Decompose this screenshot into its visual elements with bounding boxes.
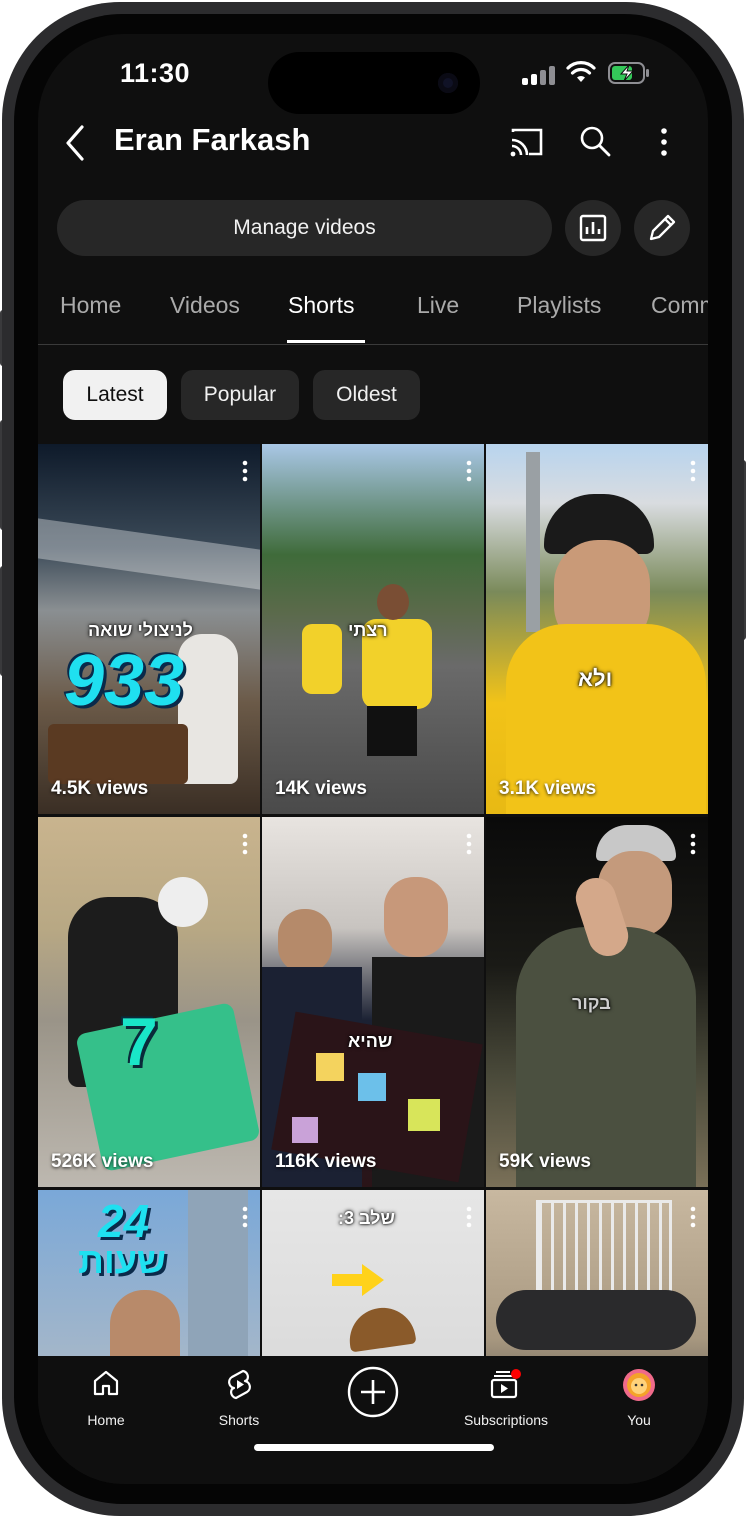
tab-community[interactable]: Comm <box>651 292 708 319</box>
short-caption: שעות <box>78 1240 166 1281</box>
channel-tabs: Home Videos Shorts Live Playlists Comm <box>38 284 708 345</box>
home-indicator[interactable] <box>254 1444 494 1451</box>
more-options-icon[interactable] <box>644 122 684 162</box>
shorts-icon <box>228 1369 251 1400</box>
nav-home[interactable]: Home <box>51 1356 161 1436</box>
active-tab-indicator <box>287 340 365 343</box>
short-number-overlay: 7 <box>120 1004 158 1080</box>
screen: 11:30 Eran Farkash Manage videos Home Vi… <box>38 34 708 1484</box>
status-time: 11:30 <box>120 58 191 88</box>
channel-title: Eran Farkash <box>114 122 311 157</box>
pencil-icon <box>649 214 676 241</box>
cellular-signal-icon <box>522 65 556 85</box>
bottom-navigation: Home Shorts Subscriptions You <box>38 1356 708 1484</box>
nav-subscriptions[interactable]: Subscriptions <box>451 1356 561 1436</box>
view-count: 59K views <box>499 1151 591 1172</box>
more-icon[interactable] <box>242 833 248 855</box>
filter-popular[interactable]: Popular <box>181 370 299 420</box>
nav-shorts[interactable]: Shorts <box>184 1356 294 1436</box>
short-number-overlay: 933 <box>64 641 185 721</box>
short-caption: בקור <box>572 993 611 1013</box>
nav-label: Shorts <box>218 1412 260 1428</box>
more-icon[interactable] <box>690 1206 696 1228</box>
more-icon[interactable] <box>466 833 472 855</box>
analytics-button[interactable] <box>565 200 621 256</box>
short-thumbnail[interactable]: 7 526K views <box>38 817 260 1187</box>
more-icon[interactable] <box>690 833 696 855</box>
tab-home[interactable]: Home <box>60 292 121 319</box>
create-icon <box>347 1366 399 1418</box>
short-caption: ולא <box>578 666 613 691</box>
nav-label: Subscriptions <box>463 1412 549 1428</box>
edit-channel-button[interactable] <box>634 200 690 256</box>
tab-playlists[interactable]: Playlists <box>517 292 601 319</box>
tab-shorts[interactable]: Shorts <box>288 292 354 319</box>
view-count: 526K views <box>51 1151 154 1172</box>
short-caption: רצתי <box>348 620 388 640</box>
short-thumbnail[interactable]: לניצולי שואה 933 4.5K views <box>38 444 260 814</box>
manage-videos-button[interactable]: Manage videos <box>57 200 552 256</box>
short-caption: לניצולי שואה <box>88 620 193 640</box>
battery-charging-icon <box>608 62 649 84</box>
view-count: 14K views <box>275 778 367 799</box>
filter-oldest[interactable]: Oldest <box>313 370 420 420</box>
wifi-icon <box>566 61 596 82</box>
short-thumbnail[interactable]: שלב 3: <box>262 1190 484 1356</box>
nav-label: You <box>627 1412 651 1428</box>
short-thumbnail[interactable]: שהיא 116K views <box>262 817 484 1187</box>
arrow-icon <box>332 1264 384 1296</box>
view-count: 116K views <box>275 1151 377 1172</box>
shorts-grid: לניצולי שואה 933 4.5K views רצתי 14K vie… <box>38 444 708 1356</box>
avatar <box>623 1369 655 1401</box>
subscriptions-icon <box>490 1369 521 1399</box>
nav-create[interactable] <box>318 1356 428 1436</box>
search-icon[interactable] <box>575 122 615 162</box>
short-thumbnail[interactable]: בקור 59K views <box>486 817 708 1187</box>
home-icon <box>93 1370 119 1396</box>
filter-latest[interactable]: Latest <box>63 370 167 420</box>
more-icon[interactable] <box>690 460 696 482</box>
tab-live[interactable]: Live <box>417 292 459 319</box>
cast-icon[interactable] <box>507 122 547 162</box>
short-thumbnail[interactable]: 24 שעות <box>38 1190 260 1356</box>
more-icon[interactable] <box>242 460 248 482</box>
camera-icon <box>438 73 458 93</box>
analytics-icon <box>579 214 607 242</box>
view-count: 4.5K views <box>51 778 149 799</box>
short-thumbnail[interactable] <box>486 1190 708 1356</box>
view-count: 3.1K views <box>499 778 597 799</box>
short-thumbnail[interactable]: ולא 3.1K views <box>486 444 708 814</box>
more-icon[interactable] <box>466 460 472 482</box>
short-caption: שלב 3: <box>338 1208 395 1228</box>
short-thumbnail[interactable]: רצתי 14K views <box>262 444 484 814</box>
more-icon[interactable] <box>242 1206 248 1228</box>
short-caption: שהיא <box>348 1031 393 1051</box>
nav-you[interactable]: You <box>584 1356 694 1436</box>
back-arrow-icon[interactable] <box>60 123 90 163</box>
more-icon[interactable] <box>466 1206 472 1228</box>
dynamic-island <box>268 52 480 114</box>
nav-label: Home <box>87 1412 125 1428</box>
tab-videos[interactable]: Videos <box>170 292 240 319</box>
